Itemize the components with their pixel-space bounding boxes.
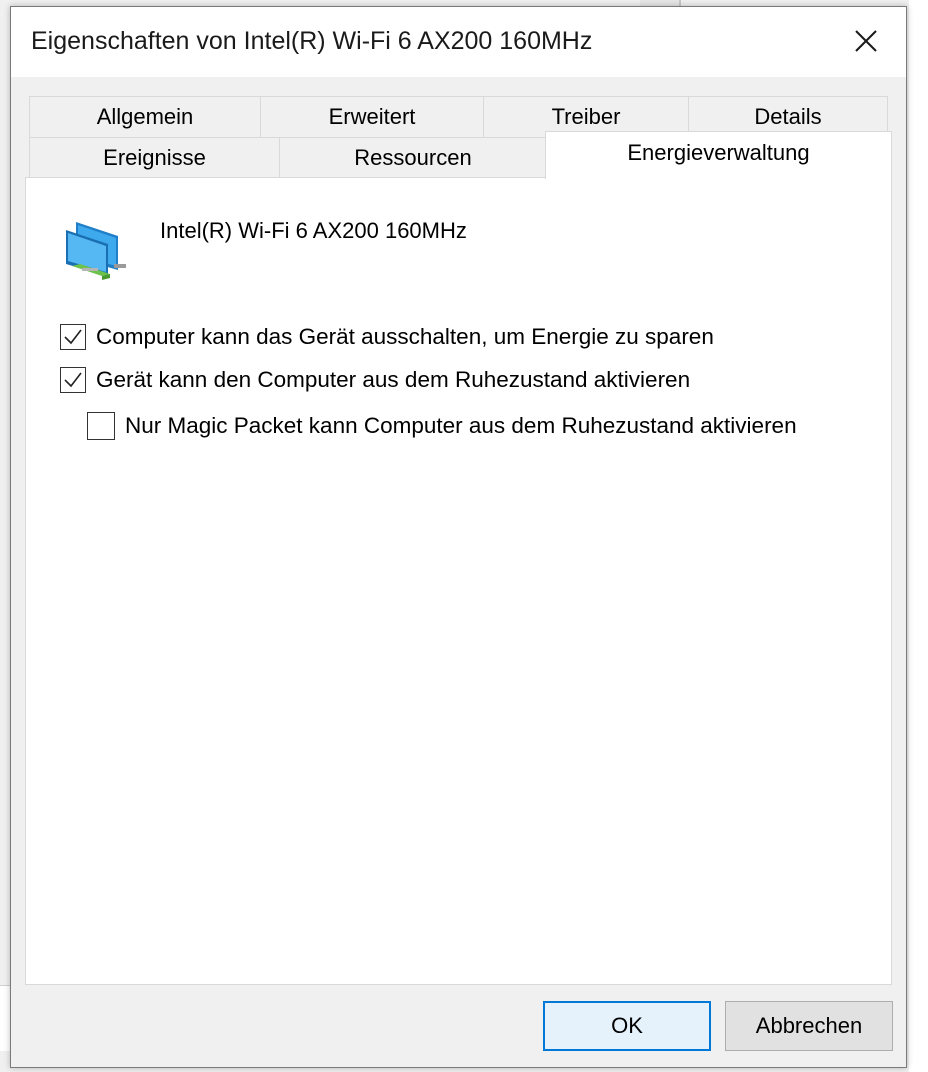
option-label: Nur Magic Packet kann Computer aus dem R…	[125, 413, 797, 438]
tab-label: Details	[754, 104, 822, 129]
tab-erweitert[interactable]: Erweitert	[260, 96, 484, 138]
option-allow-wake[interactable]: Gerät kann den Computer aus dem Ruhezust…	[60, 367, 690, 393]
tab-panel-energieverwaltung: Intel(R) Wi-Fi 6 AX200 160MHz Computer k…	[25, 177, 892, 985]
tab-energieverwaltung[interactable]: Energieverwaltung	[545, 131, 892, 179]
close-icon	[855, 30, 877, 52]
properties-dialog: Eigenschaften von Intel(R) Wi-Fi 6 AX200…	[10, 6, 907, 1068]
tab-label: Allgemein	[96, 104, 194, 129]
network-adapter-icon	[66, 222, 126, 280]
option-label: Gerät kann den Computer aus dem Ruhezust…	[96, 367, 691, 392]
tab-ereignisse[interactable]: Ereignisse	[29, 137, 280, 179]
close-button[interactable]	[842, 21, 890, 61]
cancel-button[interactable]: Abbrechen	[725, 1001, 893, 1051]
tab-label: Treiber	[551, 104, 621, 129]
device-name: Intel(R) Wi-Fi 6 AX200 160MHz	[160, 218, 467, 243]
tab-label: Energieverwaltung	[627, 140, 810, 165]
ok-button[interactable]: OK	[543, 1001, 711, 1051]
checkmark-icon	[64, 372, 82, 388]
background-window-edge	[909, 0, 928, 1072]
checkbox-magic-packet-only[interactable]	[87, 412, 115, 440]
cancel-button-label: Abbrechen	[755, 1013, 863, 1038]
checkmark-icon	[64, 329, 82, 345]
option-label: Computer kann das Gerät ausschalten, um …	[96, 324, 714, 349]
title-bar[interactable]: Eigenschaften von Intel(R) Wi-Fi 6 AX200…	[11, 7, 906, 77]
checkbox-allow-wake[interactable]	[60, 367, 86, 393]
tab-ressourcen[interactable]: Ressourcen	[279, 137, 547, 179]
tab-label: Ereignisse	[103, 145, 206, 170]
window-title: Eigenschaften von Intel(R) Wi-Fi 6 AX200…	[31, 27, 593, 55]
background-window-fragment-left	[0, 985, 10, 1051]
tab-label: Erweitert	[328, 104, 416, 129]
checkbox-allow-power-off[interactable]	[60, 324, 86, 350]
tab-label: Ressourcen	[354, 145, 472, 170]
ok-button-label: OK	[611, 1013, 643, 1038]
tab-allgemein[interactable]: Allgemein	[29, 96, 261, 138]
option-magic-packet-only[interactable]: Nur Magic Packet kann Computer aus dem R…	[87, 412, 797, 440]
option-allow-power-off[interactable]: Computer kann das Gerät ausschalten, um …	[60, 324, 714, 350]
